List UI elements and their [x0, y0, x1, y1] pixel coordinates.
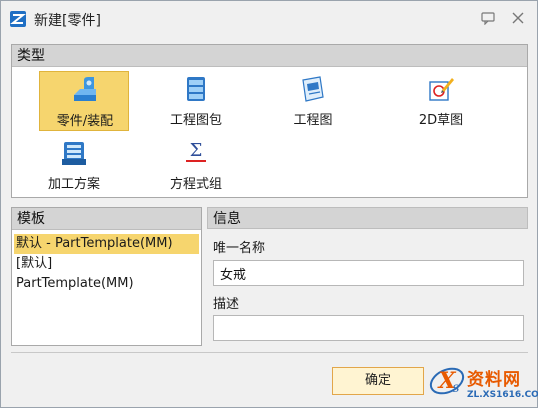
watermark-logo-icon: X s: [429, 367, 465, 396]
svg-text:s: s: [452, 380, 459, 396]
close-icon[interactable]: [510, 11, 526, 27]
type-panel: 类型 零件/装配 工程图包 工程图 2D草图 加工方案 Σ 方程式组: [11, 44, 528, 198]
footer-separator: [11, 352, 528, 353]
new-file-dialog: 新建[零件] 类型 零件/装配 工程图包 工程图 2D草图 加工方案 Σ 方程式…: [0, 0, 538, 408]
title-bar: 新建[零件]: [1, 1, 537, 37]
template-panel: 模板 默认 - PartTemplate(MM) [默认] PartTempla…: [11, 207, 202, 346]
type-section-header: 类型: [12, 45, 527, 67]
template-list: 默认 - PartTemplate(MM) [默认] PartTemplate(…: [14, 234, 199, 294]
watermark-title: 资料网: [467, 370, 521, 390]
description-input[interactable]: [213, 315, 524, 341]
drawing-icon: [302, 76, 324, 102]
template-item-default-part[interactable]: 默认 - PartTemplate(MM): [14, 234, 199, 254]
site-watermark: X s 资料网 ZL.XS1616.COM: [421, 359, 538, 408]
help-icon[interactable]: [480, 11, 496, 27]
template-item-part-template[interactable]: PartTemplate(MM): [14, 274, 199, 294]
type-item-drawing-package[interactable]: 工程图包: [151, 71, 241, 131]
type-item-machining-plan[interactable]: 加工方案: [29, 135, 119, 195]
type-label-part-assembly: 零件/装配: [56, 114, 114, 129]
unique-name-input[interactable]: [213, 260, 524, 286]
type-label-drawing-package: 工程图包: [169, 113, 222, 128]
type-label-drawing: 工程图: [293, 113, 333, 128]
equation-set-icon: Σ: [186, 140, 206, 162]
ok-button[interactable]: 确定: [332, 367, 424, 395]
type-item-2d-sketch[interactable]: 2D草图: [396, 71, 486, 131]
template-section-header: 模板: [12, 208, 201, 230]
description-label: 描述: [213, 297, 240, 312]
window-title: 新建[零件]: [34, 13, 101, 29]
info-section-header: 信息: [207, 207, 528, 229]
template-item-default[interactable]: [默认]: [14, 254, 199, 274]
info-panel: 信息 唯一名称 描述: [207, 207, 528, 346]
type-label-equation-set: 方程式组: [169, 177, 222, 192]
type-item-part-assembly[interactable]: 零件/装配: [39, 71, 129, 131]
drawing-package-icon: [187, 77, 205, 101]
type-item-drawing[interactable]: 工程图: [268, 71, 358, 131]
type-label-2d-sketch: 2D草图: [418, 113, 464, 128]
machining-plan-icon: [62, 142, 86, 165]
unique-name-label: 唯一名称: [213, 241, 266, 256]
part-assembly-icon: [74, 77, 96, 101]
sketch-2d-icon: [429, 78, 454, 101]
watermark-url: ZL.XS1616.COM: [467, 390, 538, 400]
type-label-machining-plan: 加工方案: [47, 177, 100, 192]
type-item-equation-set[interactable]: Σ 方程式组: [151, 135, 241, 195]
svg-text:Σ: Σ: [190, 140, 203, 161]
app-logo-icon: [10, 11, 26, 27]
